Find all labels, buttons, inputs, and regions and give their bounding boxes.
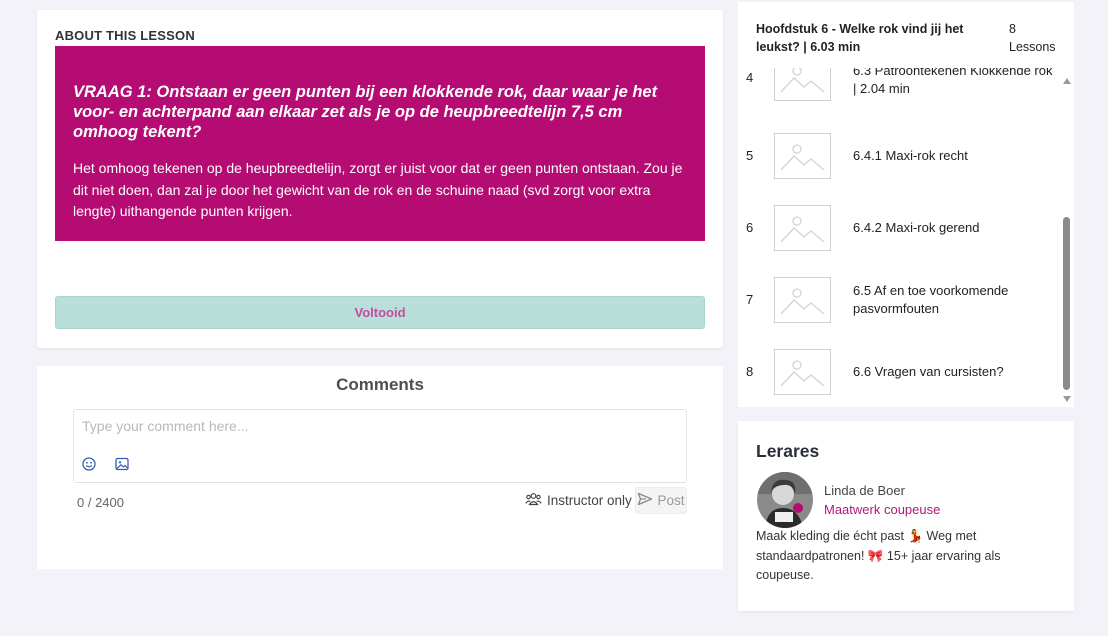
lesson-number: 8 <box>746 364 754 379</box>
character-counter: 0 / 2400 <box>77 495 124 510</box>
comment-box <box>73 409 687 483</box>
chapter-title: Hoofdstuk 6 - Welke rok vind jij het leu… <box>756 22 964 54</box>
lesson-number: 6 <box>746 220 754 235</box>
lesson-item[interactable]: 8 6.6 Vragen van cursisten? <box>738 342 1058 402</box>
lessons-scrollbar[interactable] <box>1060 76 1072 406</box>
about-lesson-heading: ABOUT THIS LESSON <box>55 28 195 43</box>
teacher-name: Linda de Boer <box>824 483 905 498</box>
instructor-only-label: Instructor only <box>547 493 632 508</box>
comment-input[interactable] <box>82 418 672 434</box>
post-label: Post <box>657 493 685 508</box>
scrollbar-thumb[interactable] <box>1063 217 1070 390</box>
teacher-heading: Lerares <box>756 441 820 461</box>
scroll-down-arrow-icon[interactable] <box>1063 396 1071 402</box>
lesson-number: 5 <box>746 148 754 163</box>
lesson-item[interactable]: 4 6.3 Patroontekenen Klokkende rok | 2.0… <box>738 68 1058 108</box>
lesson-list[interactable]: 4 6.3 Patroontekenen Klokkende rok | 2.0… <box>738 68 1058 407</box>
lesson-item[interactable]: 6 6.4.2 Maxi-rok gerend <box>738 198 1058 258</box>
comments-title: Comments <box>336 375 424 394</box>
teacher-role: Maatwerk coupeuse <box>824 502 941 517</box>
lessons-panel: Hoofdstuk 6 - Welke rok vind jij het leu… <box>738 2 1074 407</box>
lessons-count: 8 Lessons <box>1009 20 1056 56</box>
lesson-number: 7 <box>746 292 754 307</box>
image-placeholder-icon <box>774 277 831 323</box>
image-placeholder-icon <box>774 68 831 101</box>
image-placeholder-icon <box>774 349 831 395</box>
lesson-title: 6.4.2 Maxi-rok gerend <box>853 220 980 235</box>
lesson-title: 6.5 Af en toe voorkomende pasvormfouten <box>853 283 1009 316</box>
teacher-bio: Maak kleding die écht past 💃 Weg met sta… <box>756 529 1001 582</box>
image-placeholder-icon <box>774 133 831 179</box>
image-upload-icon[interactable] <box>114 456 130 472</box>
teacher-card: Lerares Linda de Boer Maatwerk coupeuse … <box>738 421 1074 611</box>
question-text: VRAAG 1: Ontstaan er geen punten bij een… <box>73 83 658 141</box>
avatar <box>757 472 813 528</box>
about-lesson-card: ABOUT THIS LESSON VRAAG 1: Ontstaan er g… <box>37 10 723 348</box>
lessons-count-label: Lessons <box>1009 40 1056 54</box>
image-placeholder-icon <box>774 205 831 251</box>
smiley-icon[interactable] <box>81 456 97 472</box>
answer-text: Het omhoog tekenen op de heupbreedtelijn… <box>73 160 683 219</box>
lesson-item[interactable]: 7 6.5 Af en toe voorkomende pasvormfoute… <box>738 270 1058 330</box>
comments-card: Comments 0 / 2400 Instructor only Post <box>37 366 723 569</box>
lesson-title: 6.4.1 Maxi-rok recht <box>853 148 968 163</box>
scroll-up-arrow-icon[interactable] <box>1063 78 1071 84</box>
lessons-count-number: 8 <box>1009 22 1016 36</box>
send-icon <box>637 492 653 509</box>
lesson-item[interactable]: 5 6.4.1 Maxi-rok recht <box>738 126 1058 186</box>
instructor-only-toggle[interactable]: Instructor only <box>525 492 632 509</box>
lesson-title: 6.6 Vragen van cursisten? <box>853 364 1004 379</box>
question-answer-box: VRAAG 1: Ontstaan er geen punten bij een… <box>55 46 705 241</box>
lesson-number: 4 <box>746 70 754 85</box>
lesson-title: 6.3 Patroontekenen Klokkende rok | 2.04 … <box>853 68 1053 96</box>
users-icon <box>525 492 542 509</box>
post-button[interactable]: Post <box>635 487 687 514</box>
complete-button[interactable]: Voltooid <box>55 296 705 329</box>
